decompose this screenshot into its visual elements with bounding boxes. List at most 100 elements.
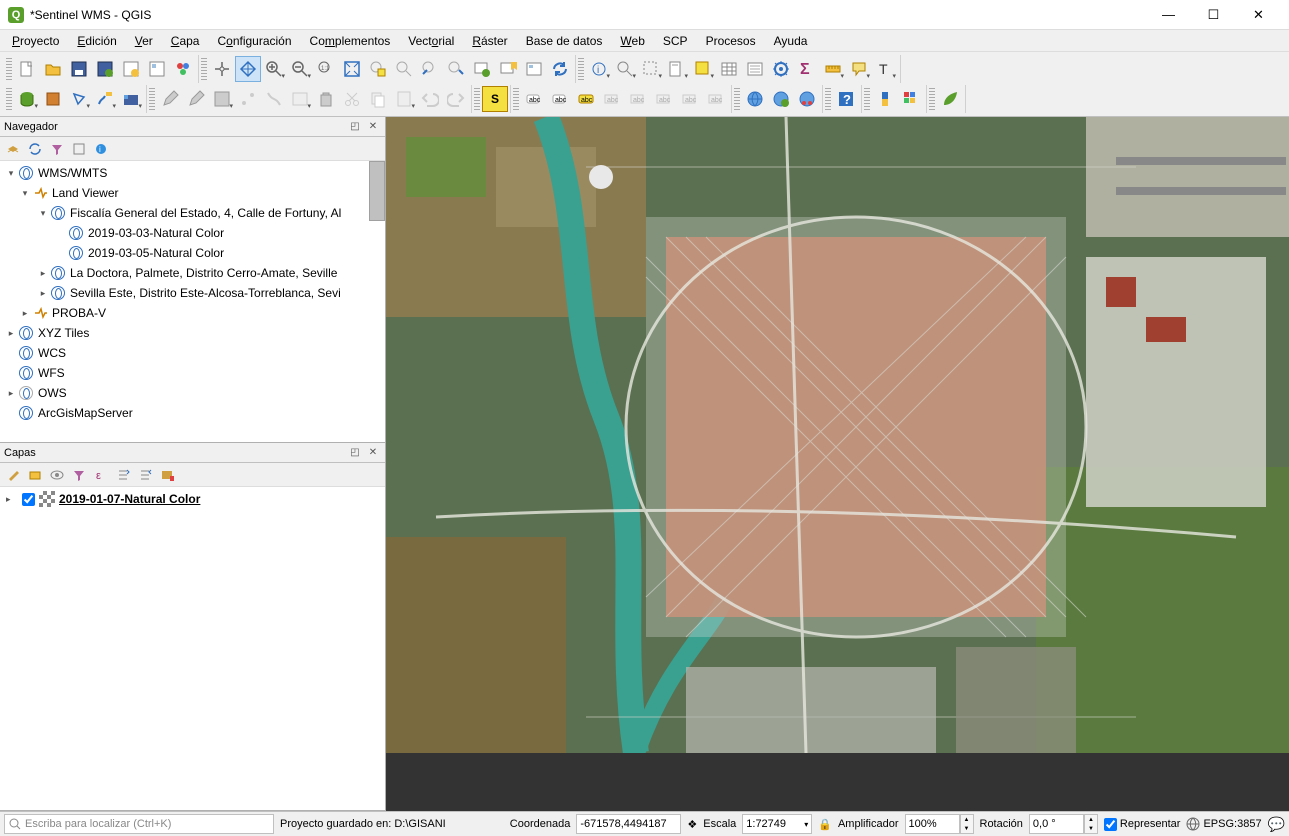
new-geopackage-button[interactable] bbox=[40, 86, 66, 112]
layers-close-button[interactable]: ✕ bbox=[365, 445, 381, 461]
tree-wfs[interactable]: WFS bbox=[0, 363, 385, 383]
quickmap-button[interactable] bbox=[768, 86, 794, 112]
browser-tree[interactable]: ▾WMS/WMTS ▾Land Viewer ▾Fiscalía General… bbox=[0, 161, 385, 442]
snapping-button[interactable]: S bbox=[482, 86, 508, 112]
text-annotation-button[interactable]: T bbox=[872, 56, 898, 82]
crs-button[interactable]: EPSG:3857 bbox=[1186, 817, 1261, 831]
menu-basedatos[interactable]: Base de datos bbox=[518, 32, 611, 50]
tree-sevillaeste[interactable]: ▸Sevilla Este, Distrito Este-Alcosa-Torr… bbox=[0, 283, 385, 303]
pan-to-selection-button[interactable] bbox=[235, 56, 261, 82]
layer-row[interactable]: ▸ 2019-01-07-Natural Color bbox=[2, 489, 383, 509]
statistics-button[interactable]: Σ bbox=[794, 56, 820, 82]
menu-ver[interactable]: Ver bbox=[127, 32, 161, 50]
collapse-all-icon[interactable] bbox=[68, 138, 90, 160]
new-map-view-button[interactable] bbox=[469, 56, 495, 82]
label-tool-2[interactable]: abc bbox=[547, 86, 573, 112]
undo-button[interactable] bbox=[417, 86, 443, 112]
scale-input[interactable]: 1:72749▾ bbox=[742, 814, 812, 834]
manage-visibility-icon[interactable] bbox=[46, 464, 68, 486]
tree-wcs[interactable]: WCS bbox=[0, 343, 385, 363]
label-tool-1[interactable]: abc bbox=[521, 86, 547, 112]
show-bookmarks-button[interactable] bbox=[521, 56, 547, 82]
save-edits-button[interactable] bbox=[183, 86, 209, 112]
measure-button[interactable] bbox=[820, 56, 846, 82]
tree-layer-2019-03-05[interactable]: 2019-03-05-Natural Color bbox=[0, 243, 385, 263]
render-checkbox-label[interactable]: Representar bbox=[1104, 818, 1181, 831]
add-polygon-button[interactable] bbox=[261, 86, 287, 112]
tree-probav[interactable]: ▸PROBA-V bbox=[0, 303, 385, 323]
new-shapefile-button[interactable] bbox=[66, 86, 92, 112]
web-tool-button[interactable] bbox=[794, 86, 820, 112]
map-tips-button[interactable] bbox=[846, 56, 872, 82]
zoom-last-button[interactable] bbox=[417, 56, 443, 82]
menu-configuracion[interactable]: Configuración bbox=[209, 32, 299, 50]
zoom-to-selection-button[interactable] bbox=[365, 56, 391, 82]
help-button[interactable]: ? bbox=[833, 86, 859, 112]
lock-scale-icon[interactable]: 🔒 bbox=[818, 818, 832, 831]
identify-button[interactable]: i bbox=[586, 56, 612, 82]
select-by-value-button[interactable] bbox=[664, 56, 690, 82]
tree-wms[interactable]: ▾WMS/WMTS bbox=[0, 163, 385, 183]
rot-input[interactable]: 0,0 ° bbox=[1029, 814, 1084, 834]
expand-all-icon[interactable] bbox=[112, 464, 134, 486]
new-project-button[interactable] bbox=[14, 56, 40, 82]
layer-visibility-checkbox[interactable] bbox=[22, 493, 35, 506]
paste-features-button[interactable] bbox=[391, 86, 417, 112]
leaf-plugin-button[interactable] bbox=[937, 86, 963, 112]
amp-input[interactable]: 100% bbox=[905, 814, 960, 834]
layer-name[interactable]: 2019-01-07-Natural Color bbox=[59, 492, 200, 506]
attribute-table-button[interactable] bbox=[716, 56, 742, 82]
refresh-browser-icon[interactable] bbox=[24, 138, 46, 160]
tree-landviewer[interactable]: ▾Land Viewer bbox=[0, 183, 385, 203]
remove-layer-icon[interactable] bbox=[156, 464, 178, 486]
render-checkbox[interactable] bbox=[1104, 818, 1117, 831]
zoom-out-button[interactable] bbox=[287, 56, 313, 82]
save-project-button[interactable] bbox=[66, 56, 92, 82]
metasearch-button[interactable] bbox=[742, 86, 768, 112]
menu-scp[interactable]: SCP bbox=[655, 32, 696, 50]
add-raster-layer-button[interactable] bbox=[118, 86, 144, 112]
label-tool-7[interactable]: abc bbox=[703, 86, 729, 112]
save-layer-edits-button[interactable] bbox=[209, 86, 235, 112]
python-console-button[interactable] bbox=[872, 86, 898, 112]
collapse-groups-icon[interactable] bbox=[134, 464, 156, 486]
deselect-all-button[interactable] bbox=[690, 56, 716, 82]
layout-manager-button[interactable] bbox=[144, 56, 170, 82]
label-tool-3[interactable]: abc bbox=[599, 86, 625, 112]
zoom-full-button[interactable] bbox=[339, 56, 365, 82]
menu-vectorial[interactable]: Vectorial bbox=[400, 32, 462, 50]
field-calculator-button[interactable] bbox=[742, 56, 768, 82]
coord-input[interactable]: -671578,4494187 bbox=[576, 814, 681, 834]
tree-fiscalia[interactable]: ▾Fiscalía General del Estado, 4, Calle d… bbox=[0, 203, 385, 223]
grid-tool-button[interactable] bbox=[898, 86, 924, 112]
add-layer-icon[interactable] bbox=[2, 138, 24, 160]
tree-ows[interactable]: ▸OWS bbox=[0, 383, 385, 403]
copy-features-button[interactable] bbox=[365, 86, 391, 112]
menu-proyecto[interactable]: Proyecto bbox=[4, 32, 67, 50]
pan-button[interactable] bbox=[209, 56, 235, 82]
zoom-next-button[interactable] bbox=[443, 56, 469, 82]
tree-layer-2019-03-03[interactable]: 2019-03-03-Natural Color bbox=[0, 223, 385, 243]
browser-scrollbar[interactable] bbox=[369, 161, 385, 221]
tree-arcgis[interactable]: ArcGisMapServer bbox=[0, 403, 385, 423]
menu-raster[interactable]: Ráster bbox=[464, 32, 515, 50]
vertex-tool-button[interactable] bbox=[287, 86, 313, 112]
layers-tree[interactable]: ▸ 2019-01-07-Natural Color bbox=[0, 487, 385, 810]
select-features-button[interactable] bbox=[638, 56, 664, 82]
label-tool-4[interactable]: abc bbox=[625, 86, 651, 112]
menu-ayuda[interactable]: Ayuda bbox=[766, 32, 816, 50]
menu-capa[interactable]: Capa bbox=[163, 32, 208, 50]
new-bookmark-button[interactable] bbox=[495, 56, 521, 82]
zoom-native-button[interactable]: 1:1 bbox=[313, 56, 339, 82]
browser-undock-button[interactable]: ◰ bbox=[347, 119, 363, 135]
layer-style-icon[interactable] bbox=[2, 464, 24, 486]
add-group-icon[interactable] bbox=[24, 464, 46, 486]
filter-expression-icon[interactable]: ε bbox=[90, 464, 112, 486]
label-tool-6[interactable]: abc bbox=[677, 86, 703, 112]
toggle-extents-icon[interactable]: ❖ bbox=[687, 818, 697, 831]
filter-legend-icon[interactable] bbox=[68, 464, 90, 486]
processing-toolbox-button[interactable] bbox=[768, 56, 794, 82]
data-source-manager-button[interactable] bbox=[14, 86, 40, 112]
zoom-in-button[interactable] bbox=[261, 56, 287, 82]
menu-procesos[interactable]: Procesos bbox=[698, 32, 764, 50]
